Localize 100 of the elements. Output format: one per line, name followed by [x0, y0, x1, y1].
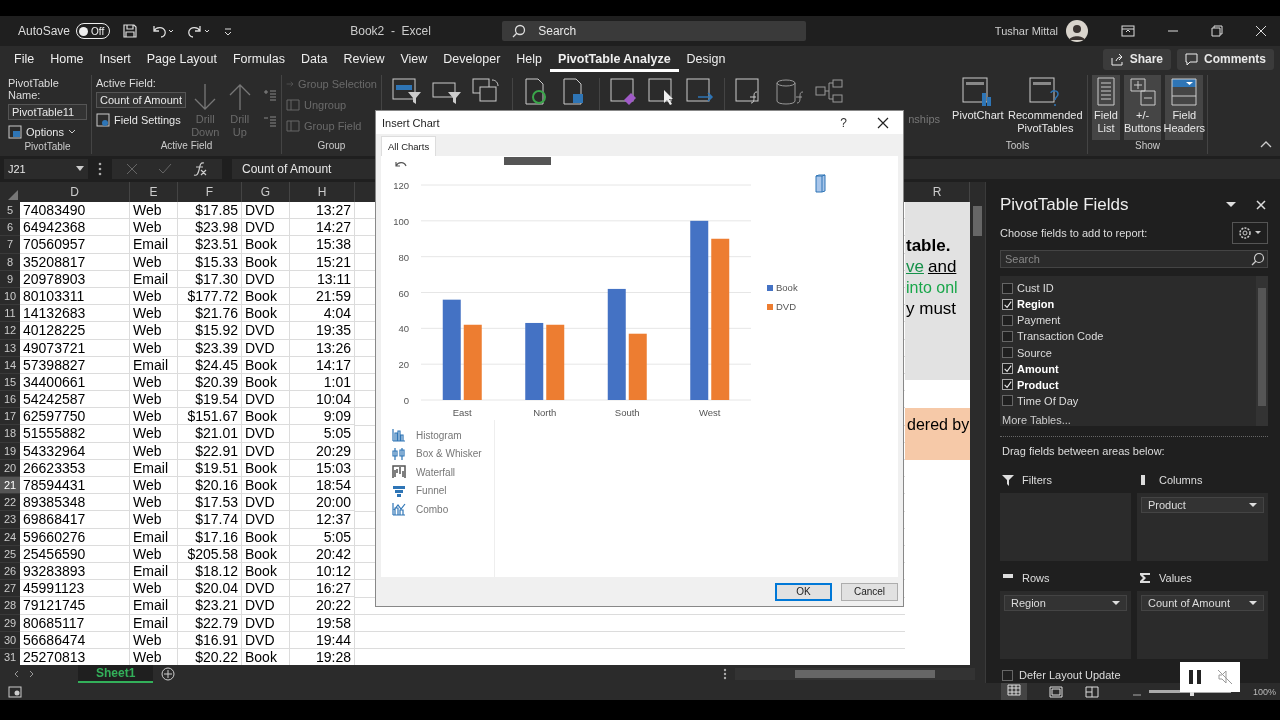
cancel-button[interactable]: Cancel: [841, 582, 898, 601]
field-dropdown[interactable]: Region: [1004, 595, 1127, 611]
more-tables-link[interactable]: More Tables...: [1002, 414, 1256, 426]
menu-tab[interactable]: Home: [42, 46, 92, 72]
field-name[interactable]: Product: [1017, 378, 1059, 391]
sheet-tab[interactable]: Sheet1: [78, 665, 154, 683]
row-header[interactable]: 7: [0, 236, 20, 254]
active-field-input[interactable]: Count of Amount: [96, 92, 186, 108]
menu-tab[interactable]: Design: [678, 46, 734, 72]
collapse-ribbon-icon[interactable]: [1260, 140, 1272, 148]
field-name[interactable]: Transaction Code: [1017, 330, 1104, 343]
chart-type-item[interactable]: Funnel: [392, 481, 494, 500]
row-header[interactable]: 6: [0, 219, 20, 237]
checkbox[interactable]: [1002, 298, 1013, 310]
show-toggle-button[interactable]: +/- Buttons: [1124, 75, 1162, 140]
field-settings-button[interactable]: Field Settings: [96, 111, 186, 129]
menu-tab[interactable]: Review: [335, 46, 393, 72]
tool-button[interactable]: PivotChart: [952, 75, 1004, 140]
checkbox[interactable]: [1002, 379, 1013, 391]
comments-button[interactable]: Comments: [1177, 48, 1274, 70]
checkbox[interactable]: [1002, 282, 1013, 294]
more-icon[interactable]: [723, 668, 727, 680]
cylinder-formula-icon[interactable]: [775, 78, 805, 106]
checkbox[interactable]: [1002, 330, 1013, 342]
chart-type-item[interactable]: Box & Whisker: [392, 444, 494, 463]
select-all-icon[interactable]: [8, 190, 18, 200]
row-header[interactable]: 28: [0, 597, 20, 615]
name-field[interactable]: PivotTable11: [8, 104, 87, 120]
function-icon[interactable]: [192, 162, 208, 176]
row-header[interactable]: 22: [0, 494, 20, 512]
options-button[interactable]: Options: [8, 123, 87, 141]
search-input[interactable]: Search: [1003, 252, 1251, 266]
save-icon[interactable]: [122, 23, 139, 39]
table-cursor-icon[interactable]: [648, 78, 676, 106]
drop-area[interactable]: Region: [1000, 591, 1131, 659]
avatar-icon[interactable]: [1066, 20, 1088, 42]
row-header[interactable]: 5: [0, 202, 20, 220]
list-scrollbar[interactable]: [1256, 276, 1268, 426]
cancel-icon[interactable]: [126, 163, 138, 175]
row-header[interactable]: 21: [0, 477, 20, 495]
pause-icon[interactable]: [1187, 669, 1202, 685]
horizontal-scrollbar[interactable]: [735, 668, 975, 680]
menu-tab[interactable]: File: [6, 46, 43, 72]
field-name[interactable]: Cust ID: [1017, 282, 1054, 295]
column-header[interactable]: G: [242, 182, 290, 202]
table-filter-icon[interactable]: [392, 78, 422, 106]
field-name[interactable]: Region: [1017, 298, 1055, 311]
dialog-tab[interactable]: All Charts: [381, 136, 437, 156]
search-box[interactable]: Search: [1000, 250, 1268, 268]
page-break-icon[interactable]: [1084, 685, 1099, 698]
check-icon[interactable]: [158, 163, 172, 175]
row-header[interactable]: 23: [0, 511, 20, 529]
row-header[interactable]: 17: [0, 408, 20, 426]
grid-view-icon[interactable]: [1006, 684, 1021, 696]
mute-icon[interactable]: [1216, 669, 1233, 685]
ribbon-display-icon[interactable]: [1121, 25, 1135, 37]
row-header[interactable]: 16: [0, 391, 20, 409]
settings-button[interactable]: [1232, 222, 1268, 244]
checkbox-label[interactable]: Defer Layout Update: [1019, 669, 1121, 681]
row-header[interactable]: 27: [0, 580, 20, 598]
field-dropdown[interactable]: Count of Amount: [1141, 595, 1264, 611]
field-name[interactable]: Source: [1017, 346, 1052, 359]
show-toggle-button[interactable]: Field Headers: [1165, 75, 1204, 140]
dropdown-icon[interactable]: [1226, 202, 1236, 208]
field-name[interactable]: Amount: [1017, 362, 1059, 375]
page-layout-icon[interactable]: [1048, 685, 1063, 698]
share-button[interactable]: Share: [1102, 48, 1171, 70]
close-icon[interactable]: [877, 116, 889, 129]
search-input[interactable]: Search: [536, 23, 737, 39]
row-header[interactable]: 11: [0, 305, 20, 323]
add-sheet-icon[interactable]: [161, 667, 176, 681]
chart-type-item[interactable]: Combo: [392, 500, 494, 519]
vertical-scrollbar[interactable]: [970, 182, 985, 665]
menu-tab[interactable]: View: [392, 46, 436, 72]
drop-area[interactable]: Product: [1137, 493, 1268, 561]
column-header[interactable]: H: [290, 182, 355, 202]
row-header[interactable]: 12: [0, 322, 20, 340]
menu-tab[interactable]: Insert: [91, 46, 139, 72]
checkbox[interactable]: [1002, 314, 1013, 326]
more-icon[interactable]: [98, 162, 102, 176]
undo-icon[interactable]: [150, 23, 175, 39]
help-button[interactable]: ?: [840, 115, 847, 130]
row-header[interactable]: 18: [0, 425, 20, 443]
column-header[interactable]: D: [20, 182, 130, 202]
chart-type-item[interactable]: Histogram: [392, 426, 494, 445]
ok-button[interactable]: OK: [775, 582, 832, 601]
checkbox[interactable]: [1002, 395, 1013, 407]
column-header[interactable]: E: [130, 182, 178, 202]
macro-record-icon[interactable]: [8, 685, 22, 698]
redo-icon[interactable]: [186, 23, 211, 39]
show-toggle-button[interactable]: Field List: [1092, 75, 1120, 140]
field-name[interactable]: Time Of Day: [1017, 394, 1079, 407]
field-dropdown[interactable]: Product: [1141, 497, 1264, 513]
diagram-icon[interactable]: [815, 78, 845, 106]
search-box[interactable]: Search: [502, 21, 807, 41]
field-name[interactable]: Payment: [1017, 314, 1061, 327]
column-header[interactable]: F: [178, 182, 242, 202]
name-box[interactable]: J21: [4, 159, 88, 179]
table-eraser-icon[interactable]: [610, 78, 638, 106]
drop-area[interactable]: Count of Amount: [1137, 591, 1268, 659]
